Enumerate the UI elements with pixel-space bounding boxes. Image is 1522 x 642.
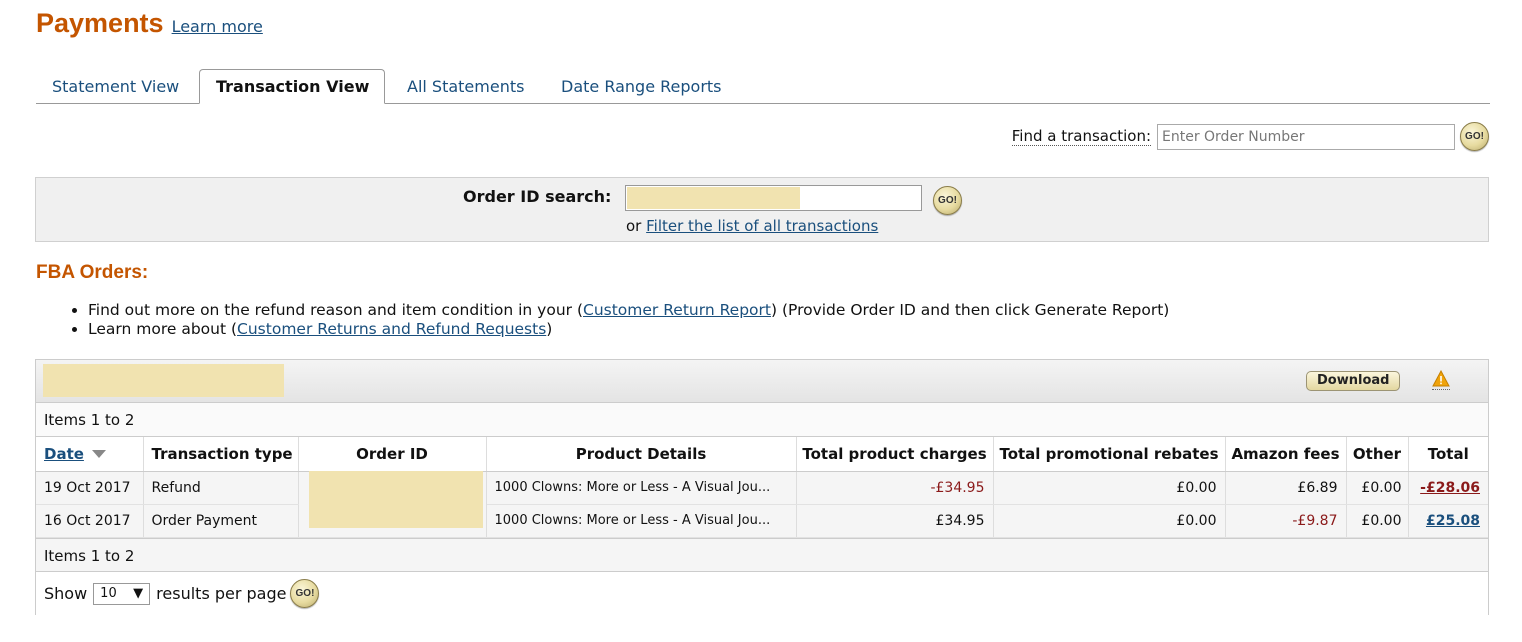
sort-down-icon [91,450,106,459]
fba-line1-text: Find out more on the refund reason and i… [88,301,583,319]
order-id-search-panel: Order ID search: GO! or Filter the list … [35,177,1489,242]
page-header: Payments Learn more [36,8,263,39]
customer-returns-refunds-link[interactable]: Customer Returns and Refund Requests [237,320,546,338]
customer-return-report-link[interactable]: Customer Return Report [583,301,771,319]
fba-orders-heading: FBA Orders: [36,262,149,283]
tab-all-statements[interactable]: All Statements [407,69,524,104]
total-link[interactable]: £25.08 [1426,513,1480,529]
sort-by-date-link[interactable]: Date [44,445,84,463]
total-link[interactable]: -£28.06 [1420,480,1480,496]
items-count-top: Items 1 to 2 [36,403,1488,437]
fba-line2-suffix: ) [546,320,553,338]
cell-charges: -£34.95 [796,471,994,505]
tab-bar: Statement View Transaction View All Stat… [36,69,1490,104]
page-title: Payments [36,8,164,38]
column-header-other: Other [1346,437,1409,472]
tab-statement-view[interactable]: Statement View [52,69,179,104]
cell-order-id [298,470,487,538]
cell-charges: £34.95 [796,504,994,538]
column-header-fees: Amazon fees [1225,437,1347,472]
list-item: Learn more about (Customer Returns and R… [88,320,1169,339]
warning-icon[interactable] [1432,369,1450,390]
items-count-bottom: Items 1 to 2 [36,537,1488,572]
cell-fees: -£9.87 [1225,504,1347,538]
show-label: Show [44,584,88,603]
redaction-block [43,364,284,397]
cell-fees: £6.89 [1225,471,1347,505]
tab-transaction-view[interactable]: Transaction View [199,69,386,104]
find-go-button[interactable]: GO! [1460,122,1489,151]
cell-date: 19 Oct 2017 [36,471,144,505]
cell-type: Order Payment [143,504,299,538]
cell-product: 1000 Clowns: More or Less - A Visual Jou… [486,471,797,505]
order-search-go-button[interactable]: GO! [933,186,962,215]
find-transaction-label: Find a transaction: [1011,127,1151,146]
cell-date: 16 Oct 2017 [36,504,144,538]
cell-other: £0.00 [1346,471,1409,505]
order-id-search-input[interactable] [625,185,922,211]
tab-date-range-reports[interactable]: Date Range Reports [561,69,722,104]
column-header-order-id: Order ID [298,437,487,472]
column-header-date[interactable]: Date [36,437,144,472]
transactions-table: Date Transaction type Order ID Product D… [36,437,1488,538]
column-header-charges: Total product charges [796,437,994,472]
pagination-bar: Show 10 ▼ results per page GO! [36,571,1488,616]
cell-promo: £0.00 [993,471,1226,505]
cell-type: Refund [143,471,299,505]
cell-other: £0.00 [1346,504,1409,538]
fba-line2-text: Learn more about ( [88,320,238,338]
table-header-row: Date Transaction type Order ID Product D… [36,437,1488,472]
column-header-type: Transaction type [143,437,299,472]
per-page-select[interactable]: 10 ▼ [93,582,151,605]
learn-more-link[interactable]: Learn more [172,17,263,36]
filter-all-transactions-link[interactable]: Filter the list of all transactions [646,217,878,235]
find-transaction-row: Find a transaction: GO! [1011,122,1489,151]
cell-promo: £0.00 [993,504,1226,538]
redaction-block [627,187,800,209]
cell-total: -£28.06 [1408,471,1488,505]
fba-info-list: Find out more on the refund reason and i… [88,301,1169,339]
redaction-block [308,470,483,528]
column-header-total: Total [1408,437,1488,472]
chevron-down-icon: ▼ [133,586,144,601]
cell-total: £25.08 [1408,504,1488,538]
fba-line1-suffix: ) (Provide Order ID and then click Gener… [770,301,1170,319]
filter-line: or Filter the list of all transactions [626,217,878,235]
column-header-product: Product Details [486,437,797,472]
table-row: 16 Oct 2017 Order Payment 1000 Clowns: M… [36,504,1488,538]
cell-product: 1000 Clowns: More or Less - A Visual Jou… [486,504,797,538]
table-row: 19 Oct 2017 Refund 1000 Clowns: More or … [36,470,1488,538]
list-item: Find out more on the refund reason and i… [88,301,1169,320]
per-page-value: 10 [100,586,117,601]
transactions-results: Download Items 1 to 2 Date Transaction t… [35,359,1489,616]
results-toolbar: Download [36,360,1488,403]
or-text: or [626,217,642,235]
download-button[interactable]: Download [1306,371,1401,391]
column-header-promo: Total promotional rebates [993,437,1226,472]
pager-go-button[interactable]: GO! [290,579,320,608]
order-id-search-label: Order ID search: [463,187,612,206]
find-transaction-input[interactable] [1157,123,1455,150]
results-per-page-label: results per page [156,584,287,603]
